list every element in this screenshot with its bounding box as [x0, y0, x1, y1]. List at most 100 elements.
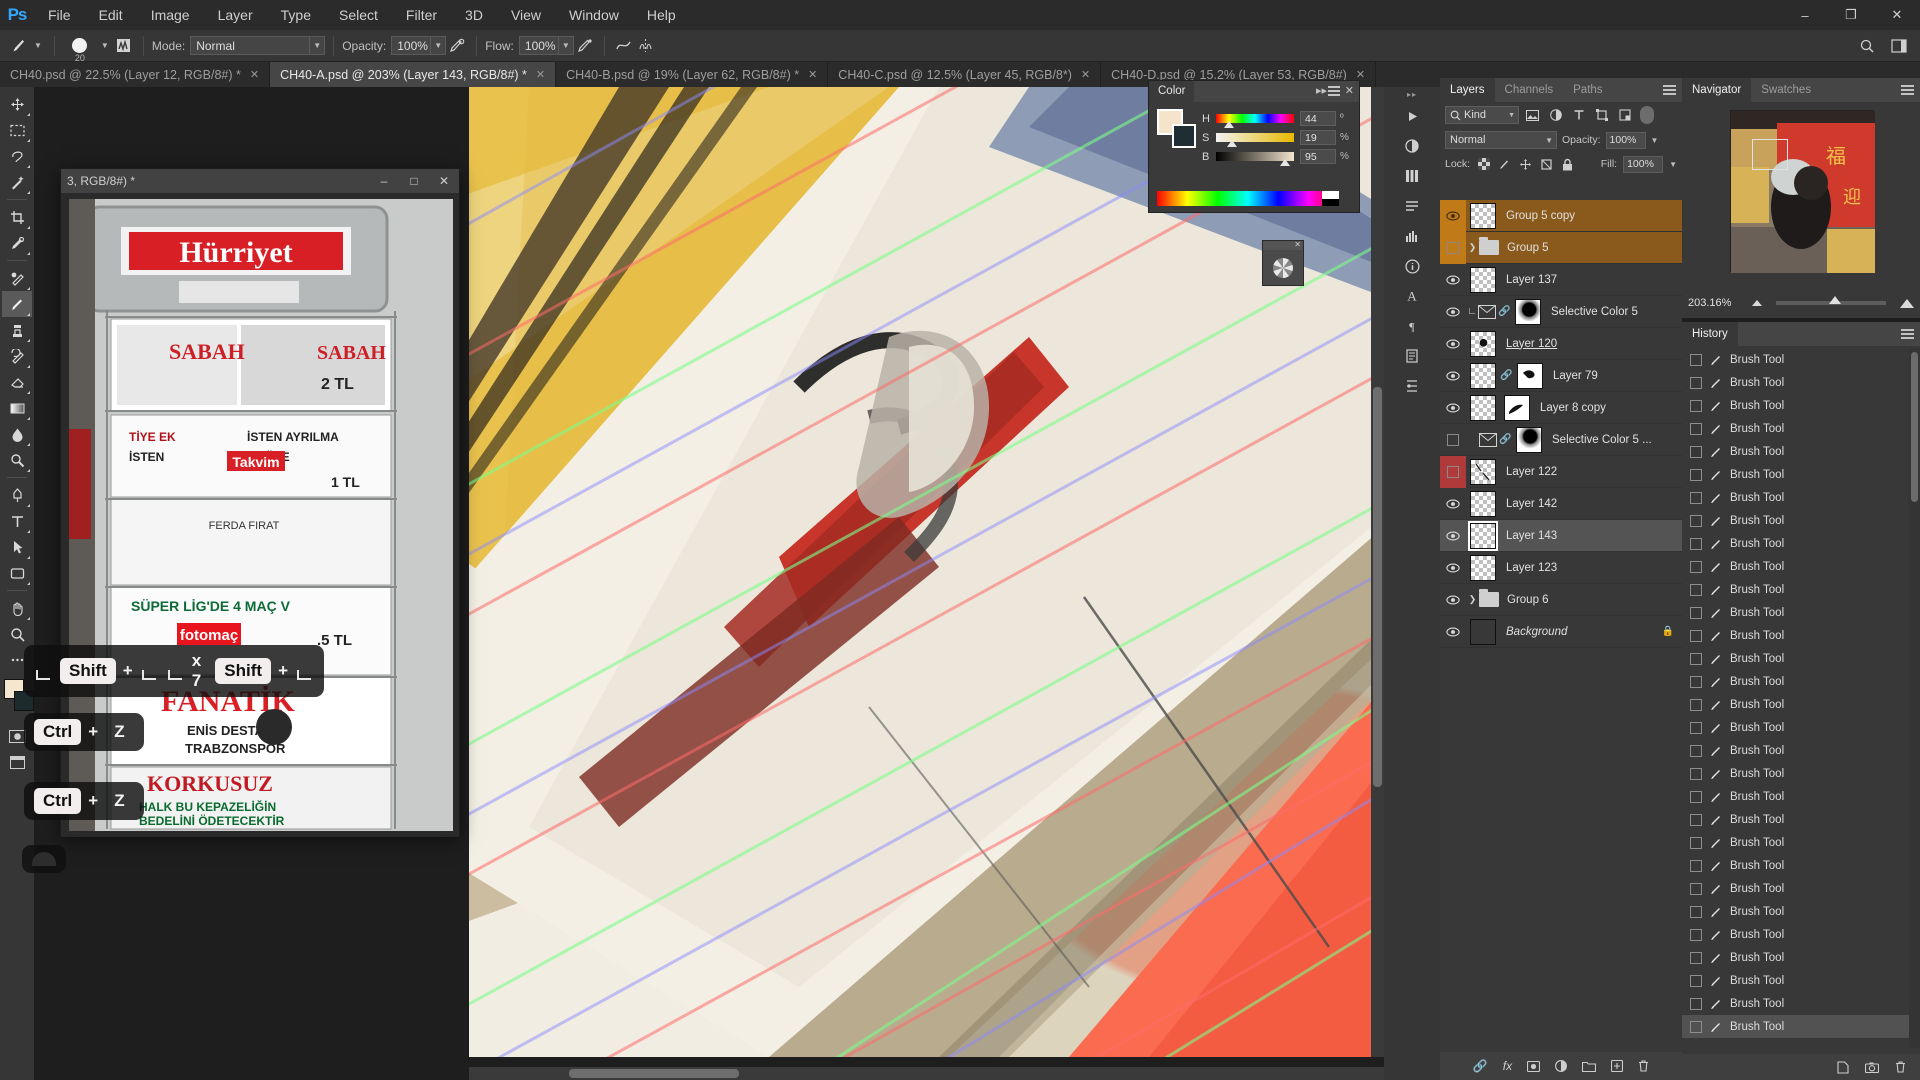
tab-navigator[interactable]: Navigator — [1682, 78, 1752, 102]
list-item[interactable]: Brush Tool — [1682, 900, 1920, 923]
history-snapshot-checkbox[interactable] — [1690, 652, 1702, 665]
character-icon[interactable]: A — [1384, 281, 1440, 311]
layer-visibility-toggle[interactable] — [1440, 200, 1466, 232]
paragraph-icon[interactable]: ¶ — [1384, 311, 1440, 341]
symmetry-icon[interactable] — [635, 35, 657, 57]
history-snapshot-checkbox[interactable] — [1690, 928, 1702, 941]
history-snapshot-checkbox[interactable] — [1690, 514, 1702, 527]
hue-value[interactable]: 44 — [1300, 111, 1336, 126]
eyedropper-tool[interactable] — [2, 230, 32, 256]
history-snapshot-checkbox[interactable] — [1690, 813, 1702, 826]
list-item[interactable]: Brush Tool — [1682, 578, 1920, 601]
history-snapshot-checkbox[interactable] — [1690, 353, 1702, 366]
table-row[interactable]: Background 🔒 — [1440, 616, 1682, 648]
layer-name[interactable]: Layer 120 — [1506, 338, 1557, 350]
layer-list[interactable]: Group 5 copy ❯ Group 5 Layer 137 ∟ 🔗 Sel… — [1440, 200, 1682, 1024]
layer-name[interactable]: Layer 8 copy — [1540, 402, 1606, 414]
layer-thumbnail[interactable] — [1466, 200, 1500, 232]
rail-collapse-icon[interactable]: ▸▸ — [1384, 87, 1440, 101]
pixel-filter-icon[interactable] — [1523, 106, 1542, 124]
zoom-in-icon[interactable] — [1900, 298, 1914, 308]
list-item[interactable]: Brush Tool — [1682, 854, 1920, 877]
floating-window-titlebar[interactable]: 3, RGB/8#) * – □ ✕ — [61, 169, 459, 193]
document-tab-0[interactable]: CH40.psd @ 22.5% (Layer 12, RGB/8#) * ✕ — [0, 62, 271, 87]
chevron-down-icon[interactable]: ▼ — [1508, 112, 1515, 119]
layer-blend-mode-select[interactable]: Normal ▼ — [1445, 131, 1557, 149]
panel-menu-icon[interactable] — [1901, 329, 1914, 340]
history-snapshot-checkbox[interactable] — [1690, 1020, 1702, 1033]
type-filter-icon[interactable] — [1569, 106, 1588, 124]
adjustments-icon[interactable] — [1384, 131, 1440, 161]
panel-menu-icon[interactable] — [1901, 85, 1914, 96]
eraser-tool[interactable] — [2, 369, 32, 395]
history-snapshot-checkbox[interactable] — [1690, 974, 1702, 987]
canvas-area[interactable]: 3, RGB/8#) * – □ ✕ Hürriyet SABAH SABAH … — [34, 87, 1384, 1080]
shape-tool[interactable] — [2, 560, 32, 586]
layer-visibility-toggle[interactable] — [1440, 424, 1466, 456]
chevron-down-icon[interactable]: ▼ — [1545, 136, 1553, 145]
adjustment-layer-icon[interactable] — [1478, 304, 1498, 319]
color-panel[interactable]: Color ▸▸ ✕ H 44 º S 19 % B 95 % — [1148, 80, 1360, 213]
layer-visibility-toggle[interactable] — [1440, 264, 1466, 296]
layer-thumbnail[interactable] — [1466, 328, 1500, 360]
brush-tool[interactable] — [2, 291, 32, 317]
dodge-tool[interactable] — [2, 447, 32, 473]
document-tab-2[interactable]: CH40-B.psd @ 19% (Layer 62, RGB/8#) * ✕ — [556, 62, 829, 87]
layer-style-icon[interactable]: fx — [1503, 1059, 1512, 1073]
airbrush-icon[interactable] — [574, 35, 596, 57]
lock-position-icon[interactable] — [1518, 157, 1533, 172]
history-snapshot-checkbox[interactable] — [1690, 790, 1702, 803]
menu-window[interactable]: Window — [555, 0, 633, 30]
hue-track[interactable] — [1216, 114, 1294, 128]
table-row[interactable]: Layer 143 — [1440, 520, 1682, 552]
list-item[interactable]: Brush Tool — [1682, 624, 1920, 647]
layer-fill-input[interactable]: 100% — [1623, 155, 1664, 173]
list-item[interactable]: Brush Tool — [1682, 946, 1920, 969]
list-item[interactable]: Brush Tool — [1682, 509, 1920, 532]
table-row[interactable]: Layer 123 — [1440, 552, 1682, 584]
layer-thumbnail[interactable] — [1466, 456, 1500, 488]
list-item[interactable]: Brush Tool — [1682, 716, 1920, 739]
minimize-button[interactable]: – — [1782, 0, 1828, 30]
navigator-zoom-value[interactable]: 203.16% — [1688, 297, 1744, 309]
layer-visibility-toggle[interactable] — [1440, 488, 1466, 520]
canvas-vertical-scrollbar[interactable] — [1371, 87, 1384, 1057]
list-item[interactable]: Brush Tool — [1682, 785, 1920, 808]
history-snapshot-checkbox[interactable] — [1690, 445, 1702, 458]
history-snapshot-checkbox[interactable] — [1690, 376, 1702, 389]
search-icon[interactable] — [1856, 35, 1878, 57]
layer-visibility-toggle[interactable] — [1440, 520, 1466, 552]
smartobject-filter-icon[interactable] — [1615, 106, 1634, 124]
play-icon[interactable] — [1384, 101, 1440, 131]
close-icon[interactable]: ✕ — [808, 68, 817, 81]
layer-name[interactable]: Group 5 — [1507, 242, 1549, 254]
flow-caret-icon[interactable]: ▼ — [558, 36, 574, 55]
brush-settings-panel-icon[interactable] — [113, 35, 135, 57]
chevron-down-icon[interactable]: ▼ — [1669, 160, 1677, 169]
new-layer-icon[interactable] — [1611, 1060, 1624, 1072]
color-swatch-pair[interactable] — [1157, 109, 1197, 149]
saturation-slider-row[interactable]: S 19 % — [1202, 128, 1351, 147]
layer-name[interactable]: Layer 123 — [1506, 562, 1557, 574]
scrollbar-thumb[interactable] — [569, 1069, 739, 1078]
navigator-view-box[interactable] — [1752, 139, 1788, 170]
clone-stamp-tool[interactable] — [2, 317, 32, 343]
menu-type[interactable]: Type — [267, 0, 325, 30]
table-row[interactable]: Layer 122 — [1440, 455, 1682, 488]
close-icon[interactable]: ✕ — [536, 68, 545, 81]
flow-input[interactable]: 100% — [518, 36, 559, 55]
libraries-icon[interactable] — [1384, 161, 1440, 191]
filter-kind-select[interactable]: Kind ▼ — [1445, 106, 1519, 124]
hue-slider-row[interactable]: H 44 º — [1202, 109, 1351, 128]
chevron-right-icon[interactable]: ❯ — [1466, 594, 1479, 605]
list-item[interactable]: Brush Tool — [1682, 877, 1920, 900]
opacity-caret-icon[interactable]: ▼ — [431, 36, 447, 55]
filter-enable-toggle[interactable] — [1640, 106, 1654, 124]
color-ramp[interactable] — [1157, 191, 1339, 206]
tab-history[interactable]: History — [1682, 322, 1738, 346]
crop-tool[interactable] — [2, 204, 32, 230]
brightness-knob[interactable] — [1280, 159, 1290, 166]
minimize-button[interactable]: – — [369, 169, 399, 193]
layer-visibility-toggle[interactable] — [1440, 616, 1466, 648]
layer-visibility-toggle[interactable] — [1440, 296, 1466, 328]
